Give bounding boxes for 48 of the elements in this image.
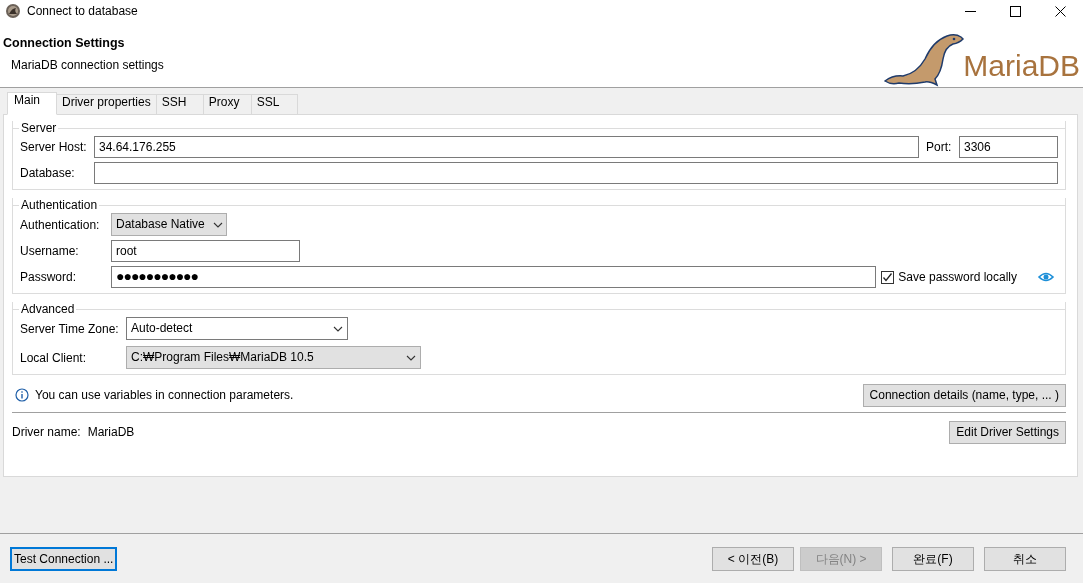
caret-icon — [333, 325, 343, 332]
window-title: Connect to database — [27, 4, 138, 18]
caret-icon — [212, 221, 223, 228]
caret-icon — [406, 354, 416, 361]
dropdown[interactable]: Database Native — [111, 213, 227, 236]
eye-icon[interactable] — [1038, 271, 1054, 283]
tab[interactable]: SSL — [251, 94, 298, 115]
edit-driver-settings-button[interactable]: Edit Driver Settings — [949, 420, 1066, 444]
logo-text: MariaDB — [963, 49, 1080, 83]
field-label: Username: — [20, 244, 80, 258]
field-label: Authentication: — [20, 217, 101, 232]
text-field[interactable]: root — [111, 240, 300, 262]
field-label: Server Host: — [20, 140, 88, 154]
wizard-button[interactable]: < 이전(B) — [712, 547, 794, 571]
wizard-button[interactable]: 완료(F) — [892, 547, 974, 571]
group-title: Server — [20, 121, 58, 135]
connection-details-button[interactable]: Connection details (name, type, ... ) — [862, 383, 1066, 407]
checkbox-label[interactable]: Save password locally — [898, 270, 1017, 284]
dropdown[interactable]: Auto-detect — [126, 317, 348, 340]
field-label: Server Time Zone: — [20, 321, 120, 336]
field-label: Local Client: — [20, 350, 88, 365]
checkbox[interactable] — [881, 270, 895, 284]
password-field[interactable]: ●●●●●●●●●●● — [111, 266, 877, 288]
app-icon — [5, 3, 21, 19]
text-field[interactable]: 34.64.176.255 — [94, 136, 919, 158]
field-label: Password: — [20, 270, 78, 284]
dialog-heading: Connection Settings — [3, 36, 125, 50]
group-title: Authentication — [20, 198, 99, 212]
checkmark-icon — [882, 272, 894, 282]
tab[interactable]: Main — [7, 92, 57, 115]
driver-name-label: Driver name: — [12, 425, 81, 439]
driver-name: MariaDB — [87, 425, 135, 439]
dialog-subtitle: MariaDB connection settings — [11, 58, 164, 72]
info-icon — [15, 388, 29, 402]
field-label: Port: — [926, 140, 953, 154]
tab[interactable]: Driver properties — [57, 94, 157, 115]
test-connection-button[interactable]: Test Connection ... — [10, 547, 118, 571]
tab[interactable]: SSH — [156, 94, 204, 115]
wizard-button[interactable]: 취소 — [984, 547, 1066, 571]
tab[interactable]: Proxy — [203, 94, 252, 115]
group-title: Advanced — [20, 302, 76, 316]
dropdown[interactable]: C:₩Program Files₩MariaDB 10.5 — [126, 346, 421, 369]
field-label: Database: — [20, 166, 76, 180]
text-field[interactable]: 3306 — [959, 136, 1058, 158]
info-message: You can use variables in connection parameters. — [35, 388, 294, 402]
text-field[interactable] — [94, 162, 1058, 184]
maximize-icon[interactable] — [1010, 5, 1021, 17]
close-icon[interactable] — [1055, 5, 1066, 17]
